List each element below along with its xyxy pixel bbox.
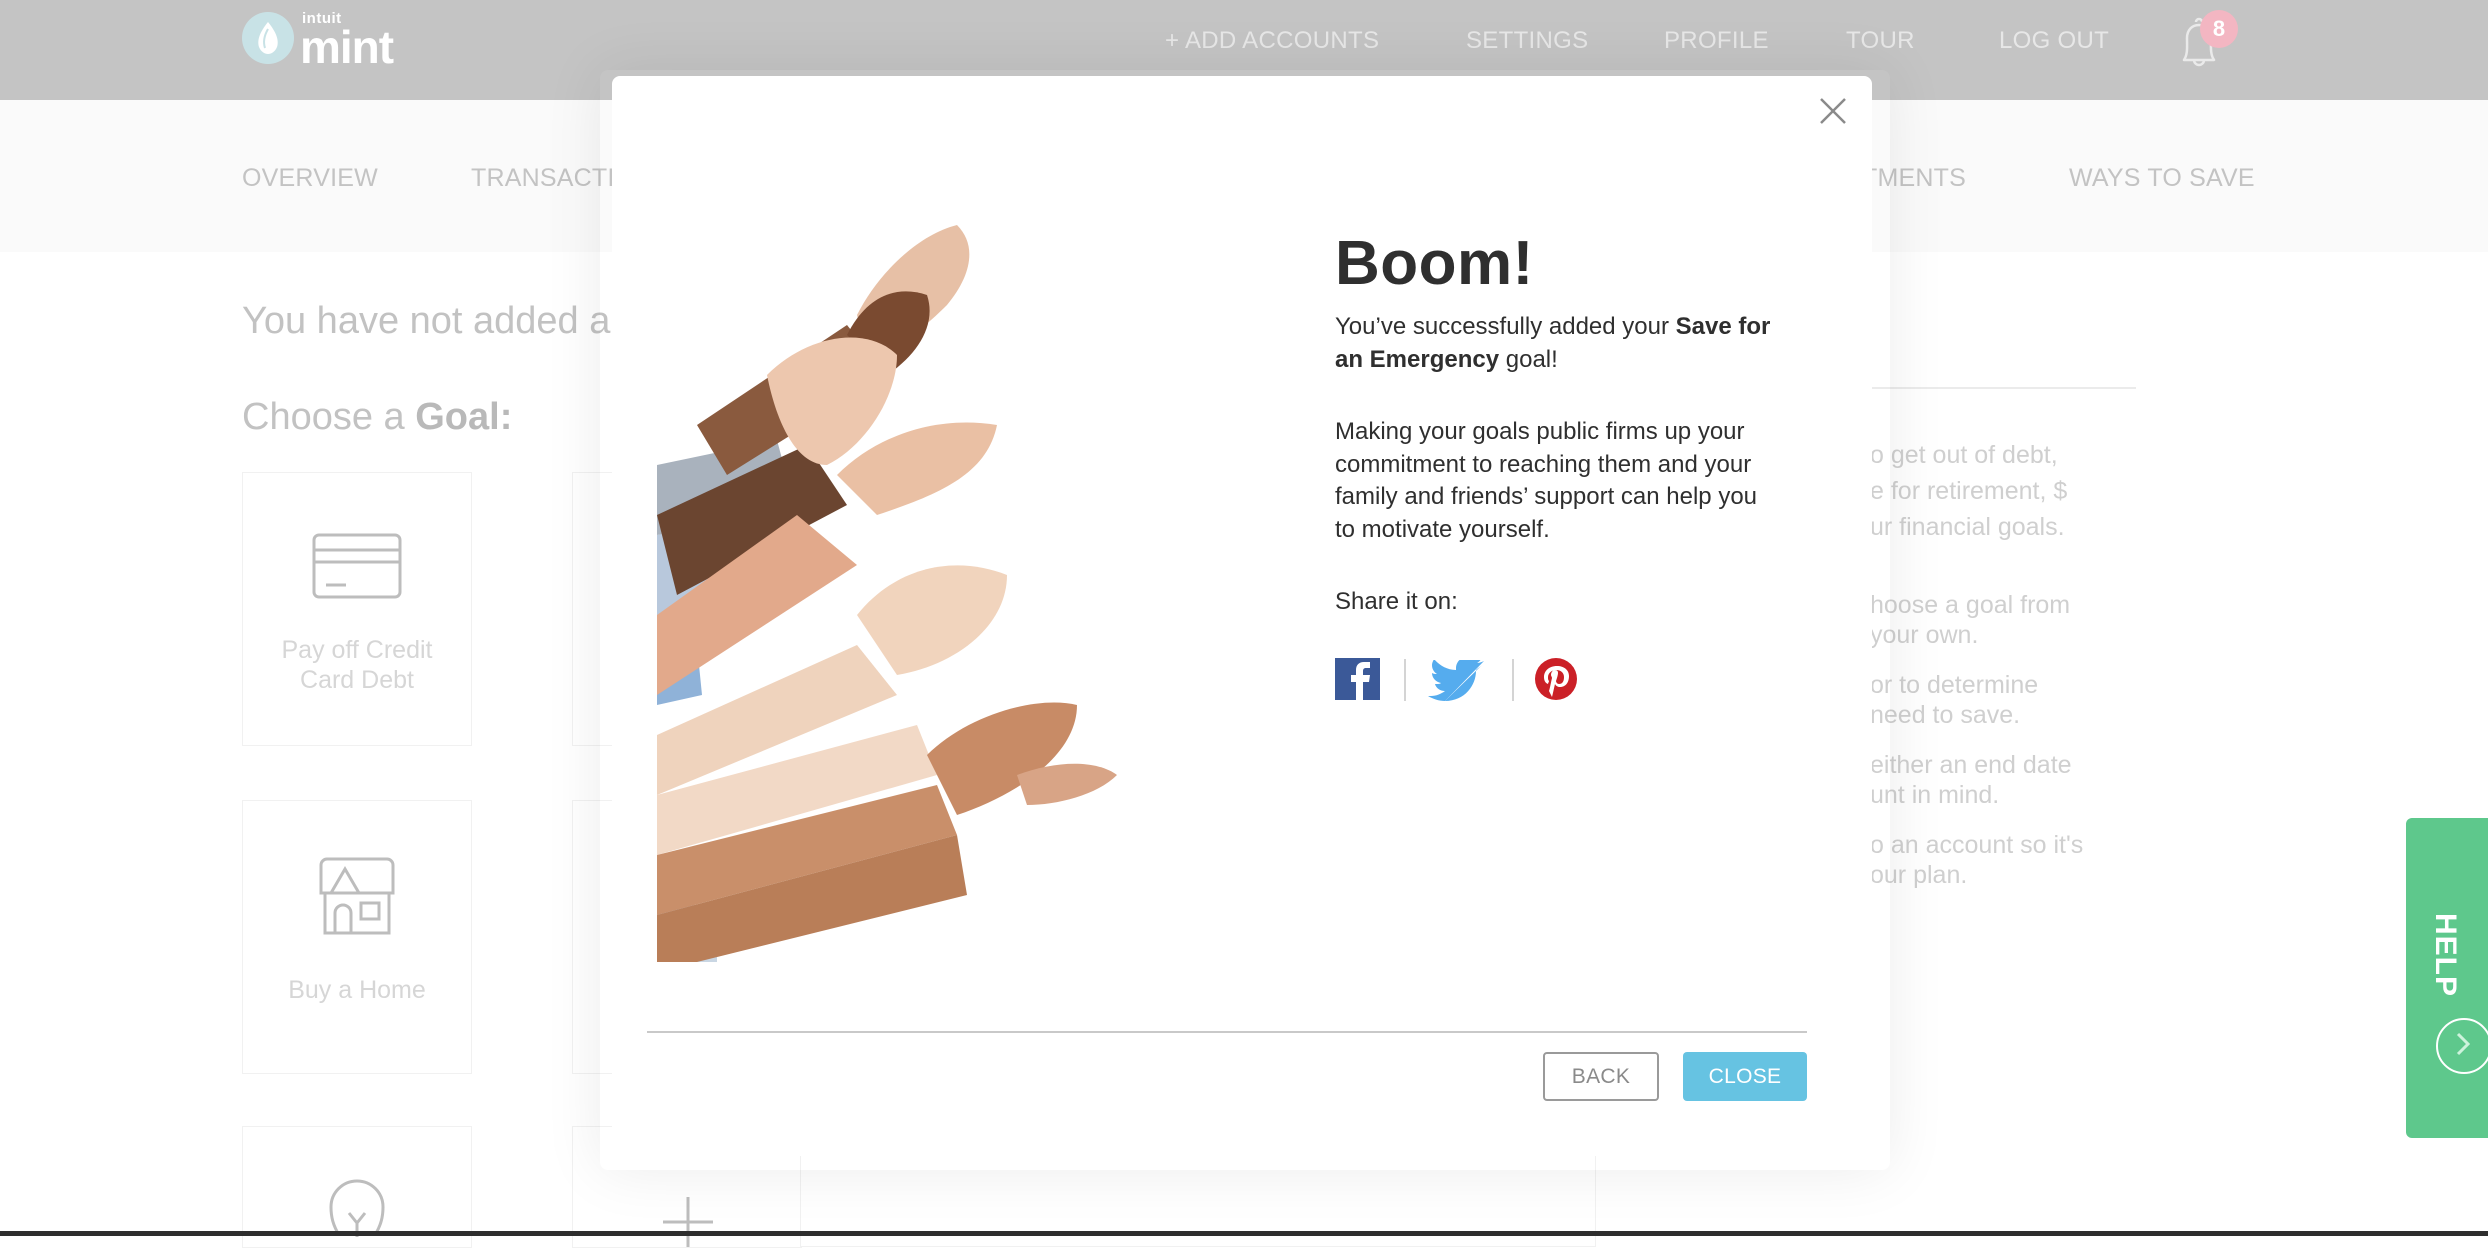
mint-logo[interactable]: intuit mint — [240, 8, 410, 73]
chevron-right-icon[interactable] — [2436, 1018, 2488, 1074]
plus-icon — [663, 1197, 713, 1252]
modal-title: Boom! — [1335, 229, 1534, 298]
goal-card-buy-home[interactable]: Buy a Home — [242, 800, 472, 1074]
choose-goal-prefix: Choose a — [242, 396, 416, 438]
profile-link[interactable]: PROFILE — [1664, 27, 1769, 55]
choose-goal-bold: Goal: — [415, 396, 513, 438]
help-label: HELP — [2429, 913, 2462, 998]
clapping-hands-image — [657, 215, 1122, 962]
tab-ways-to-save[interactable]: WAYS TO SAVE — [2069, 164, 2255, 193]
goal-card-lightbulb[interactable] — [242, 1126, 472, 1248]
success-suffix: goal! — [1499, 345, 1558, 373]
log-out-link[interactable]: LOG OUT — [1999, 27, 2109, 55]
twitter-icon[interactable] — [1428, 657, 1486, 707]
close-icon[interactable] — [1818, 96, 1848, 126]
share-separator — [1512, 659, 1514, 701]
goal-card-credit-card-debt[interactable]: Pay off Credit Card Debt — [242, 472, 472, 746]
goal-card-label: Pay off Credit Card Debt — [281, 636, 433, 694]
facebook-icon[interactable] — [1335, 658, 1380, 705]
modal-body-text: Making your goals public firms up your c… — [1335, 418, 1758, 543]
modal-footer-divider — [647, 1031, 1807, 1033]
credit-card-icon — [312, 533, 402, 604]
share-label: Share it on: — [1335, 588, 1458, 615]
mint-leaf-icon — [242, 12, 294, 64]
share-separator — [1404, 659, 1406, 701]
logo-mint-text: mint — [300, 21, 394, 73]
success-message: You’ve successfully added your Save for … — [1335, 311, 1775, 376]
tab-overview[interactable]: OVERVIEW — [242, 164, 378, 193]
settings-link[interactable]: SETTINGS — [1466, 27, 1588, 55]
house-icon — [317, 857, 397, 942]
choose-goal-heading: Choose a Goal: — [242, 396, 512, 439]
no-goals-heading: You have not added an — [242, 300, 632, 342]
notification-count-badge: 8 — [2200, 10, 2238, 48]
goal-card-label: Buy a Home — [288, 976, 426, 1004]
close-button[interactable]: CLOSE — [1683, 1052, 1807, 1101]
tour-link[interactable]: TOUR — [1846, 27, 1915, 55]
help-panel-divider — [1872, 387, 2136, 389]
back-button[interactable]: BACK — [1543, 1052, 1659, 1101]
pinterest-icon[interactable] — [1535, 658, 1577, 705]
help-tab[interactable]: HELP — [2406, 818, 2488, 1138]
add-accounts-link[interactable]: + ADD ACCOUNTS — [1165, 27, 1379, 55]
success-prefix: You’ve successfully added your — [1335, 313, 1676, 340]
bottom-bar — [0, 1231, 2488, 1236]
